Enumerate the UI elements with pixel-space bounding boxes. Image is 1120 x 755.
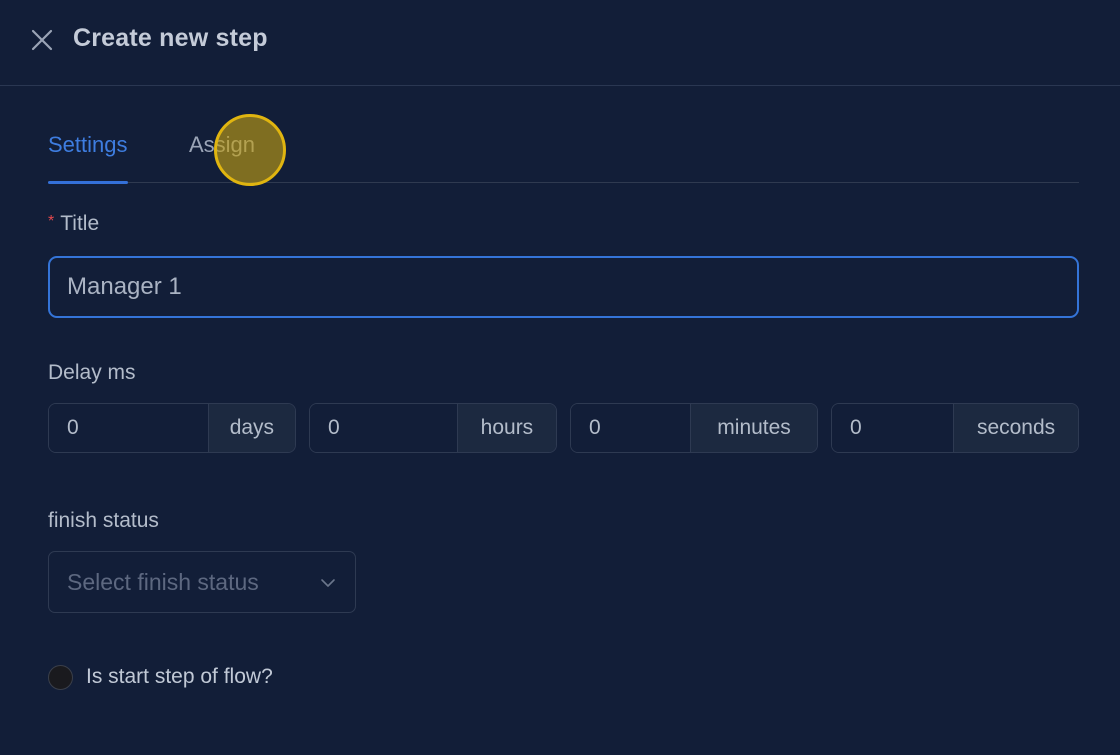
start-step-radio[interactable]	[48, 664, 73, 690]
delay-days-unit: days	[207, 404, 295, 452]
close-icon	[31, 29, 53, 51]
start-step-option[interactable]: Is start step of flow?	[48, 663, 273, 691]
finish-status-select[interactable]: Select finish status	[48, 551, 356, 613]
tab-bar: Settings Assign	[48, 118, 1079, 184]
dialog-header: Create new step	[0, 0, 1120, 86]
title-label: * Title	[48, 212, 99, 236]
close-button[interactable]	[28, 26, 56, 54]
title-label-text: Title	[60, 212, 100, 235]
start-step-label: Is start step of flow?	[86, 665, 273, 688]
delay-hours-unit: hours	[456, 404, 556, 452]
delay-label: Delay ms	[48, 361, 136, 384]
click-indicator	[214, 114, 286, 186]
title-input-value: Manager 1	[67, 273, 182, 300]
delay-minutes-group: 0 minutes	[570, 403, 818, 453]
delay-minutes-unit: minutes	[690, 404, 817, 452]
delay-seconds-group: 0 seconds	[831, 403, 1079, 453]
chevron-down-icon	[321, 579, 335, 587]
delay-hours-input[interactable]: 0	[310, 404, 457, 452]
finish-status-label: finish status	[48, 509, 159, 532]
tab-settings[interactable]: Settings	[48, 132, 128, 184]
delay-hours-group: 0 hours	[309, 403, 557, 453]
delay-days-input[interactable]: 0	[49, 404, 208, 452]
title-input[interactable]: Manager 1	[48, 256, 1079, 318]
required-marker: *	[48, 213, 55, 230]
delay-seconds-input[interactable]: 0	[832, 404, 954, 452]
delay-minutes-input[interactable]: 0	[571, 404, 691, 452]
delay-seconds-unit: seconds	[953, 404, 1078, 452]
dialog-title: Create new step	[73, 24, 268, 52]
finish-status-placeholder: Select finish status	[67, 568, 259, 595]
delay-days-group: 0 days	[48, 403, 296, 453]
